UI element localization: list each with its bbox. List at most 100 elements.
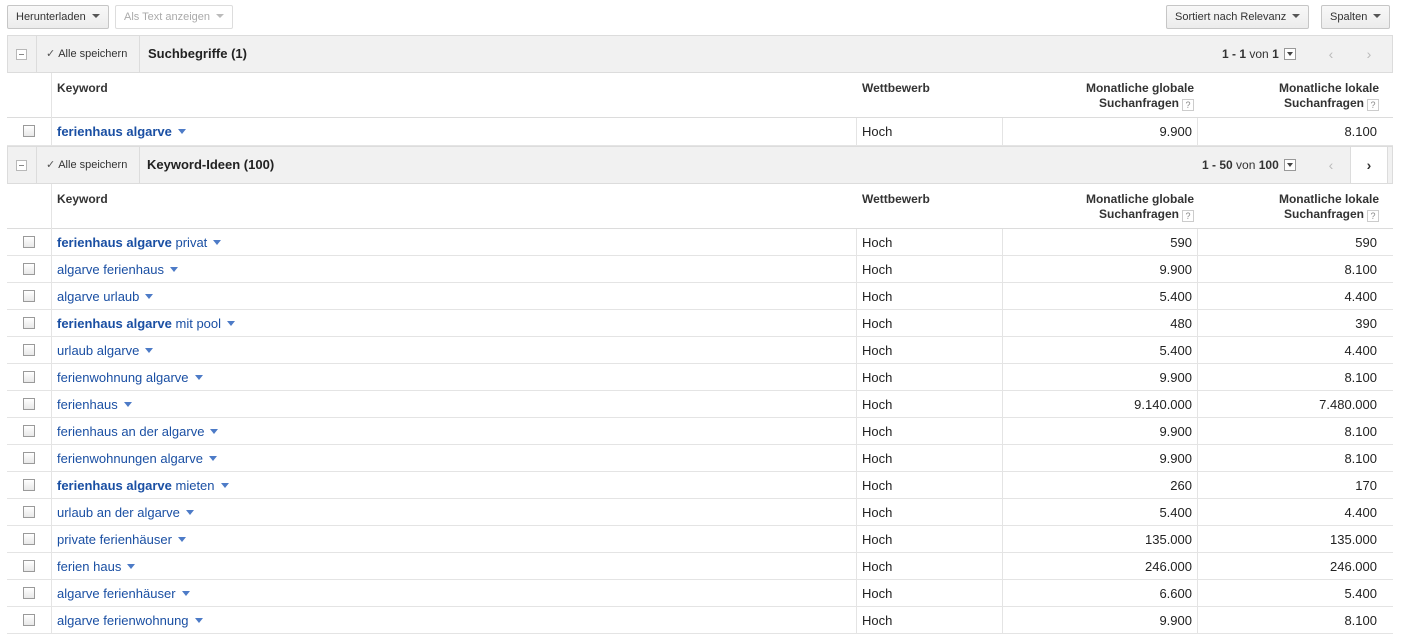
search-terms-header: ✓ Alle speichern Suchbegriffe (1) 1 - 1 v… (7, 35, 1393, 73)
keyword-link[interactable]: urlaub an der algarve (57, 499, 194, 526)
keyword-link[interactable]: ferienhaus (57, 391, 132, 418)
help-icon[interactable]: ? (1182, 99, 1194, 111)
row-checkbox[interactable] (23, 560, 35, 572)
row-checkbox[interactable] (23, 236, 35, 248)
dropdown-arrow-icon[interactable] (220, 483, 229, 488)
pager-dropdown-icon[interactable] (1283, 48, 1296, 60)
keyword-link[interactable]: algarve ferienhäuser (57, 580, 190, 607)
divider (1002, 553, 1003, 580)
keyword-link[interactable]: ferienhaus algarve mit pool (57, 310, 236, 337)
dropdown-arrow-icon[interactable] (185, 510, 194, 515)
help-icon[interactable]: ? (1182, 210, 1194, 222)
sort-label: Sortiert nach Relevanz (1175, 11, 1287, 23)
row-checkbox[interactable] (23, 317, 35, 329)
chevron-down-icon (1373, 14, 1382, 18)
row-checkbox[interactable] (23, 398, 35, 410)
download-button[interactable]: Herunterladen (7, 5, 109, 29)
divider (51, 499, 52, 526)
local-searches-column-header[interactable]: Monatliche lokale Suchanfragen? (1197, 192, 1379, 222)
row-checkbox[interactable] (23, 425, 35, 437)
dropdown-arrow-icon[interactable] (227, 321, 236, 326)
row-checkbox[interactable] (23, 290, 35, 302)
dropdown-arrow-icon[interactable] (177, 537, 186, 542)
local-searches-column-header[interactable]: Monatliche lokale Suchanfragen? (1197, 81, 1379, 111)
pager-range: 1 - 1 (1222, 47, 1247, 61)
row-checkbox[interactable] (23, 371, 35, 383)
collapse-icon[interactable] (16, 49, 27, 60)
keyword-link[interactable]: ferienwohnungen algarve (57, 445, 217, 472)
next-page-button[interactable]: › (1350, 147, 1388, 183)
keyword-column-header[interactable]: Keyword (57, 192, 108, 207)
row-checkbox[interactable] (23, 344, 35, 356)
divider (1197, 364, 1198, 391)
competition-cell: Hoch (862, 532, 893, 547)
columns-button[interactable]: Spalten (1321, 5, 1391, 29)
download-label: Herunterladen (16, 11, 86, 23)
local-searches-cell: 390 (1355, 316, 1377, 331)
dropdown-arrow-icon[interactable] (209, 456, 217, 461)
row-checkbox[interactable] (23, 506, 35, 518)
row-checkbox[interactable] (23, 479, 35, 491)
keyword-link[interactable]: algarve urlaub (57, 283, 154, 310)
dropdown-arrow-icon[interactable] (210, 429, 219, 434)
keyword-link[interactable]: ferienhaus algarve mieten (57, 472, 229, 499)
dropdown-arrow-icon[interactable] (145, 294, 154, 299)
dropdown-arrow-icon[interactable] (194, 375, 203, 380)
next-page-button[interactable]: › (1350, 36, 1388, 72)
row-checkbox[interactable] (23, 263, 35, 275)
row-checkbox[interactable] (23, 452, 35, 464)
row-checkbox[interactable] (23, 587, 35, 599)
keyword-link[interactable]: ferienwohnung algarve (57, 364, 203, 391)
divider (1002, 229, 1003, 256)
save-all-button[interactable]: ✓ Alle speichern (46, 47, 127, 60)
keyword-link[interactable]: ferienhaus an der algarve (57, 418, 219, 445)
row-checkbox[interactable] (23, 533, 35, 545)
table-row: urlaub algarve Hoch 5.400 4.400 (7, 337, 1393, 364)
divider (51, 418, 52, 445)
dropdown-arrow-icon[interactable] (181, 591, 190, 596)
global-searches-column-header[interactable]: Monatliche globale Suchanfragen? (1007, 192, 1194, 222)
keyword-link[interactable]: ferienhaus algarve privat (57, 229, 222, 256)
keyword-link[interactable]: private ferienhäuser (57, 526, 186, 553)
global-searches-cell: 590 (1170, 235, 1192, 250)
global-searches-column-header[interactable]: Monatliche globale Suchanfragen? (1007, 81, 1194, 111)
help-icon[interactable]: ? (1367, 210, 1379, 222)
pager-dropdown-icon[interactable] (1283, 159, 1296, 171)
dropdown-arrow-icon[interactable] (194, 618, 203, 623)
show-as-text-button[interactable]: Als Text anzeigen (115, 5, 234, 29)
keyword-link[interactable]: algarve ferienhaus (57, 256, 178, 283)
competition-cell: Hoch (862, 559, 893, 574)
save-all-button[interactable]: ✓ Alle speichern (46, 158, 127, 171)
local-searches-cell: 8.100 (1344, 124, 1377, 139)
keyword-rest-part: privat (171, 235, 208, 250)
global-searches-cell: 246.000 (1145, 559, 1192, 574)
sort-dropdown[interactable]: Sortiert nach Relevanz (1166, 5, 1310, 29)
table-row: ferienhaus algarve privat Hoch 590 590 (7, 229, 1393, 256)
divider (51, 229, 52, 256)
row-checkbox[interactable] (23, 125, 35, 137)
prev-page-button[interactable]: ‹ (1312, 147, 1350, 183)
keyword-link[interactable]: ferienhaus algarve (57, 118, 186, 145)
keyword-link[interactable]: algarve ferienwohnung (57, 607, 203, 634)
dropdown-arrow-icon[interactable] (127, 564, 136, 569)
row-checkbox[interactable] (23, 614, 35, 626)
divider (51, 580, 52, 607)
keyword-column-header[interactable]: Keyword (57, 81, 108, 96)
keyword-link[interactable]: ferien haus (57, 553, 136, 580)
dropdown-arrow-icon[interactable] (169, 267, 178, 272)
divider (856, 445, 857, 472)
competition-column-header[interactable]: Wettbewerb (862, 81, 930, 96)
divider (856, 418, 857, 445)
competition-column-header[interactable]: Wettbewerb (862, 192, 930, 207)
divider (36, 147, 37, 183)
help-icon[interactable]: ? (1367, 99, 1379, 111)
dropdown-arrow-icon[interactable] (213, 240, 222, 245)
collapse-icon[interactable] (16, 160, 27, 171)
dropdown-arrow-icon[interactable] (123, 402, 132, 407)
keyword-link[interactable]: urlaub algarve (57, 337, 154, 364)
dropdown-arrow-icon[interactable] (177, 129, 186, 134)
save-all-label: Alle speichern (58, 159, 128, 171)
dropdown-arrow-icon[interactable] (145, 348, 154, 353)
prev-page-button[interactable]: ‹ (1312, 36, 1350, 72)
competition-cell: Hoch (862, 262, 893, 277)
